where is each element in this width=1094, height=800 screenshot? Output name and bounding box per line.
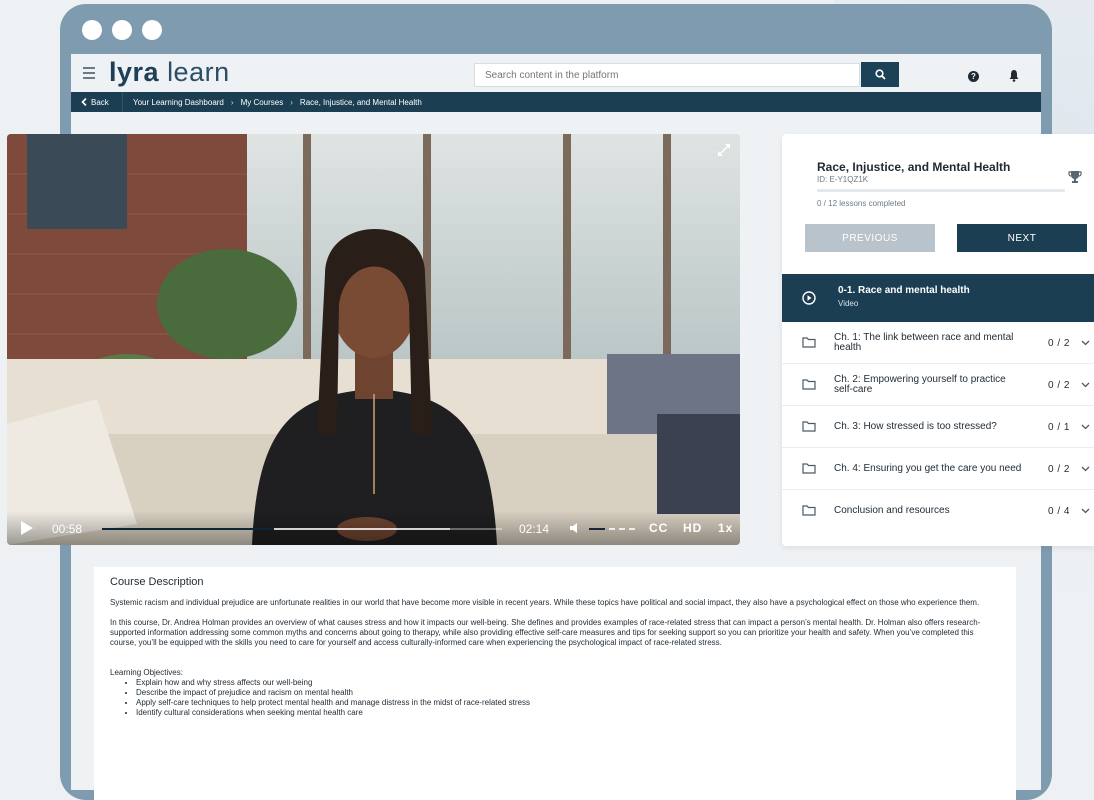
- breadcrumb-separator: ›: [290, 97, 293, 107]
- volume-icon[interactable]: [569, 522, 581, 534]
- breadcrumb-current-course: Race, Injustice, and Mental Health: [299, 97, 422, 107]
- chapter-item[interactable]: Ch. 1: The link between race and mental …: [782, 322, 1094, 364]
- quality-button[interactable]: HD: [683, 521, 702, 535]
- description-paragraph: Systemic racism and individual prejudice…: [110, 598, 980, 607]
- back-label: Back: [91, 97, 109, 107]
- folder-icon: [802, 379, 816, 390]
- chapter-title: Ch. 4: Ensuring you get the care you nee…: [834, 463, 1022, 474]
- course-progress-text: 0 / 12 lessons completed: [817, 199, 906, 208]
- search-box: [474, 63, 861, 87]
- course-panel: Race, Injustice, and Mental Health ID: E…: [782, 134, 1094, 546]
- chevron-down-icon[interactable]: [1081, 465, 1090, 473]
- trophy-icon: [1068, 171, 1082, 183]
- back-button[interactable]: Back: [71, 92, 123, 112]
- course-title: Race, Injustice, and Mental Health: [817, 160, 1011, 174]
- chapter-title: Conclusion and resources: [834, 505, 950, 516]
- chapter-count: 0 / 2: [1048, 338, 1070, 349]
- video-player[interactable]: 00:58 02:14 CC HD 1x: [7, 134, 740, 545]
- chapter-title: Ch. 1: The link between race and mental …: [834, 332, 1014, 353]
- objective-item: Apply self-care techniques to help prote…: [136, 698, 1000, 708]
- chapter-count: 0 / 1: [1048, 422, 1070, 433]
- window-controls: [82, 20, 162, 40]
- app-logo[interactable]: lyra learn: [109, 57, 230, 88]
- menu-icon[interactable]: [83, 67, 95, 79]
- folder-icon: [802, 337, 816, 348]
- active-lesson[interactable]: 0-1. Race and mental health Video: [782, 274, 1094, 322]
- chapter-count: 0 / 2: [1048, 380, 1070, 391]
- search-icon: [874, 69, 886, 80]
- play-icon[interactable]: [20, 520, 34, 536]
- chevron-down-icon[interactable]: [1081, 423, 1090, 431]
- chapter-count: 0 / 4: [1048, 506, 1070, 517]
- course-description: Course Description Systemic racism and i…: [94, 567, 1016, 800]
- objective-item: Identify cultural considerations when se…: [136, 708, 1000, 718]
- active-lesson-title: 0-1. Race and mental health: [838, 285, 970, 296]
- help-icon[interactable]: ?: [968, 71, 979, 82]
- chapter-title: Ch. 2: Empowering yourself to practice s…: [834, 374, 1006, 395]
- objectives-list: Explain how and why stress affects our w…: [136, 678, 1000, 718]
- chapter-count: 0 / 2: [1048, 464, 1070, 475]
- logo-bold: lyra: [109, 57, 160, 87]
- video-controls: 00:58 02:14 CC HD 1x: [7, 511, 740, 545]
- breadcrumb: Your Learning Dashboard › My Courses › R…: [133, 92, 422, 112]
- video-frame: [7, 134, 740, 545]
- bell-icon[interactable]: [1008, 69, 1020, 82]
- objective-item: Explain how and why stress affects our w…: [136, 678, 1000, 688]
- chevron-down-icon[interactable]: [1081, 339, 1090, 347]
- objectives-title: Learning Objectives:: [110, 668, 183, 677]
- volume-level: [589, 528, 605, 530]
- seek-bar[interactable]: [102, 528, 502, 530]
- breadcrumb-separator: ›: [230, 97, 234, 107]
- captions-button[interactable]: CC: [649, 521, 668, 535]
- folder-icon: [802, 505, 816, 516]
- course-progress-bar: [817, 189, 1065, 192]
- chevron-down-icon[interactable]: [1081, 381, 1090, 389]
- play-circle-icon: [802, 291, 816, 305]
- chapter-item[interactable]: Ch. 3: How stressed is too stressed? 0 /…: [782, 406, 1094, 448]
- breadcrumb-dashboard[interactable]: Your Learning Dashboard: [133, 98, 224, 107]
- chapter-item[interactable]: Ch. 2: Empowering yourself to practice s…: [782, 364, 1094, 406]
- top-bar: lyra learn ?: [71, 54, 1041, 92]
- chapter-item[interactable]: Ch. 4: Ensuring you get the care you nee…: [782, 448, 1094, 490]
- previous-button[interactable]: PREVIOUS: [805, 224, 935, 252]
- window-maximize-dot[interactable]: [142, 20, 162, 40]
- duration: 02:14: [519, 522, 550, 536]
- window-minimize-dot[interactable]: [112, 20, 132, 40]
- active-lesson-type: Video: [838, 299, 859, 308]
- folder-icon: [802, 421, 816, 432]
- seek-progress: [102, 528, 274, 530]
- description-paragraph: In this course, Dr. Andrea Holman provid…: [110, 618, 981, 647]
- next-button[interactable]: NEXT: [957, 224, 1087, 252]
- course-id: ID: E-Y1QZ1K: [817, 175, 869, 184]
- speed-button[interactable]: 1x: [718, 521, 733, 535]
- breadcrumb-bar: Back Your Learning Dashboard › My Course…: [71, 92, 1041, 112]
- logo-light: learn: [167, 57, 230, 87]
- fullscreen-icon[interactable]: [716, 142, 732, 158]
- chapter-item[interactable]: Conclusion and resources 0 / 4: [782, 490, 1094, 532]
- search-input[interactable]: [475, 64, 861, 86]
- current-time: 00:58: [52, 522, 83, 536]
- folder-icon: [802, 463, 816, 474]
- chevron-left-icon: [81, 98, 87, 106]
- chevron-down-icon[interactable]: [1081, 507, 1090, 515]
- breadcrumb-my-courses[interactable]: My Courses: [241, 98, 284, 107]
- window-close-dot[interactable]: [82, 20, 102, 40]
- chapter-title: Ch. 3: How stressed is too stressed?: [834, 421, 997, 432]
- search-button[interactable]: [861, 62, 899, 87]
- objective-item: Describe the impact of prejudice and rac…: [136, 688, 1000, 698]
- description-heading: Course Description: [110, 576, 204, 588]
